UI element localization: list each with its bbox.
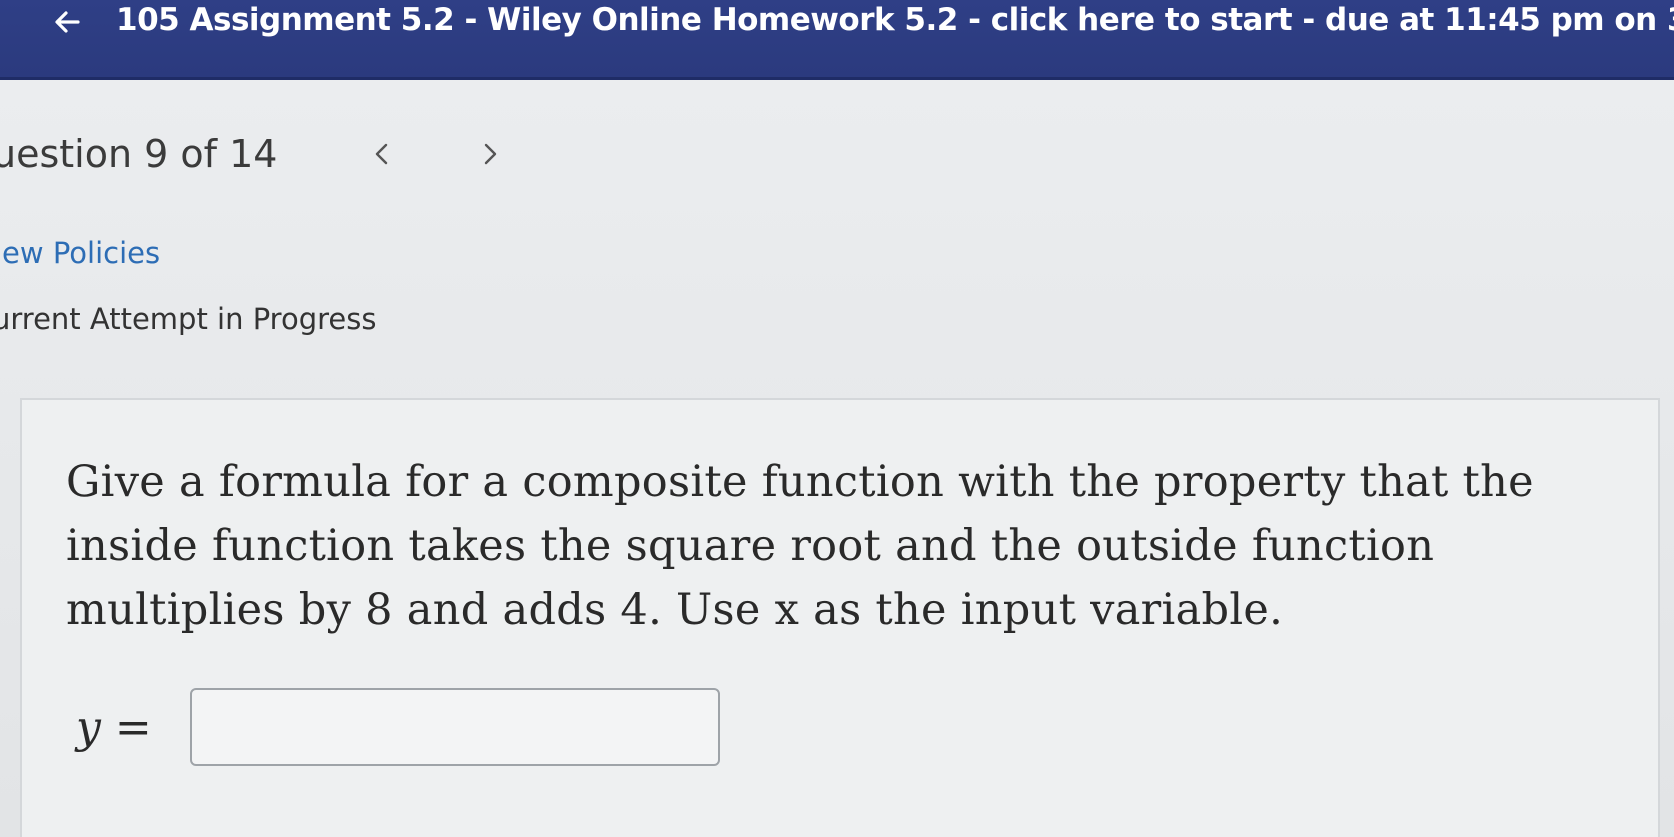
assignment-title-link[interactable]: 105 Assignment 5.2 - Wiley Online Homewo…: [116, 2, 1674, 38]
answer-row: y =: [76, 688, 720, 766]
attempt-status: urrent Attempt in Progress: [0, 302, 377, 336]
view-policies-link[interactable]: iew Policies: [0, 236, 160, 270]
answer-input[interactable]: [190, 688, 720, 766]
chevron-left-icon: [375, 143, 388, 165]
question-card: Give a formula for a composite function …: [20, 398, 1660, 837]
previous-question-button[interactable]: [362, 134, 402, 174]
page: 105 Assignment 5.2 - Wiley Online Homewo…: [0, 0, 1674, 837]
chevron-right-icon: [484, 143, 497, 165]
question-navigation: uestion 9 of 14: [0, 130, 277, 178]
question-text: Give a formula for a composite function …: [66, 457, 1534, 635]
assignment-header: 105 Assignment 5.2 - Wiley Online Homewo…: [0, 0, 1674, 80]
next-question-button[interactable]: [470, 134, 510, 174]
answer-label: y =: [76, 701, 152, 753]
question-counter: uestion 9 of 14: [0, 132, 278, 176]
arrow-left-icon[interactable]: [48, 2, 96, 50]
